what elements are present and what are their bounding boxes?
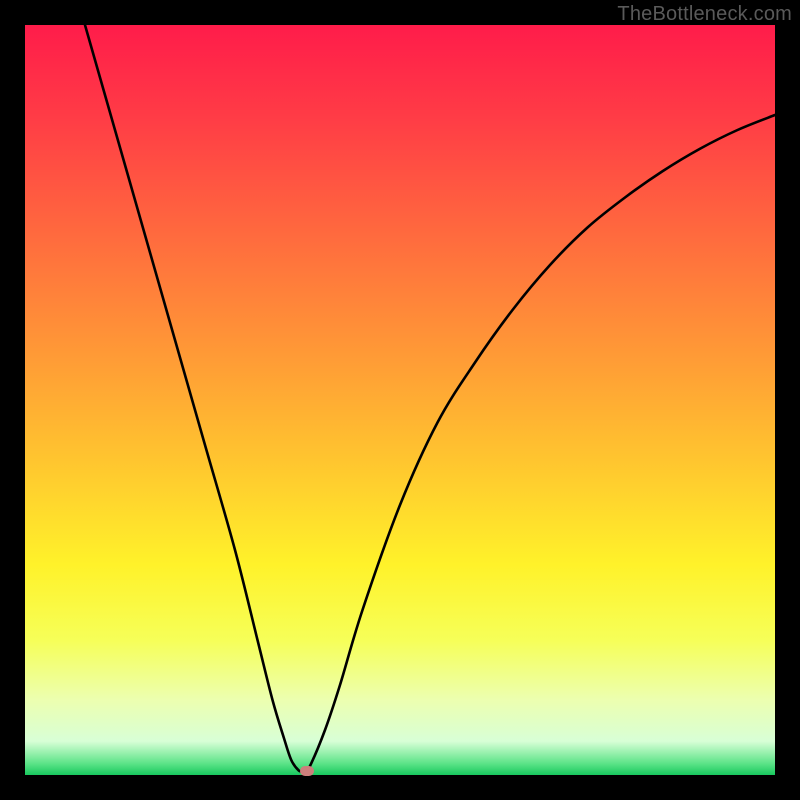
watermark-text: TheBottleneck.com <box>617 3 792 26</box>
bottleneck-chart <box>25 25 775 775</box>
optimal-point-marker <box>300 766 314 776</box>
gradient-background <box>25 25 775 775</box>
